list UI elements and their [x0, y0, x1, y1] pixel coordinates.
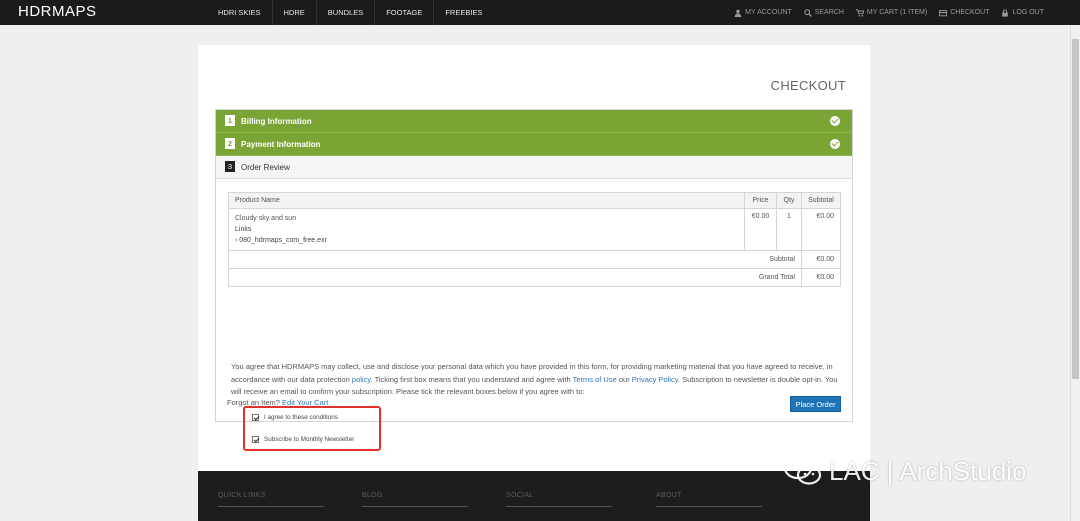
product-name: Cloudy sky and sun	[235, 215, 297, 222]
consent-text-part: . Ticking first box means that you under…	[370, 374, 573, 384]
subtotal-value: €0.00	[800, 250, 842, 269]
footer-divider	[506, 506, 612, 507]
grand-total-label: Grand Total	[228, 268, 802, 287]
footer-divider	[218, 506, 324, 507]
consent-checkbox-group: I agree to these conditions Subscribe to…	[243, 406, 381, 451]
agree-conditions-label: I agree to these conditions	[264, 414, 338, 421]
product-file-link[interactable]: › 080_hdrmaps_com_free.exr	[235, 235, 738, 246]
page-scrollbar[interactable]	[1070, 25, 1080, 521]
agree-conditions-row[interactable]: I agree to these conditions	[252, 414, 338, 421]
step-label: Order Review	[241, 163, 290, 172]
consent-text-part: our	[616, 374, 632, 384]
step-number: 1	[225, 115, 235, 126]
nav-my-account-label: MY ACCOUNT	[745, 9, 792, 16]
column-header-price: Price	[744, 192, 777, 209]
subtotal-label: Subtotal	[228, 250, 802, 269]
column-header-qty: Qty	[775, 192, 802, 209]
step-number: 3	[225, 161, 235, 172]
product-cell: Cloudy sky and sun Links › 080_hdrmaps_c…	[228, 208, 745, 251]
forgot-item-text: Forgot an Item? Edit Your Cart	[227, 398, 328, 407]
footer-heading: BLOG	[362, 492, 383, 499]
table-row: Cloudy sky and sun Links › 080_hdrmaps_c…	[228, 208, 842, 251]
column-header-subtotal: Subtotal	[800, 192, 842, 209]
product-links-label: Links	[235, 226, 252, 233]
grand-total-value: €0.00	[800, 268, 842, 287]
top-navigation-bar: HDRMAPS HDRI SKIES HDRE BUNDLES FOOTAGE …	[0, 0, 1080, 25]
checkout-steps: 1 Billing Information 2 Payment Informat…	[215, 109, 853, 451]
lock-icon	[1002, 8, 1009, 17]
main-nav: HDRI SKIES HDRE BUNDLES FOOTAGE FREEBIES	[207, 0, 493, 25]
forgot-item-label: Forgot an Item?	[227, 398, 283, 407]
watermark: LAC | ArchStudio	[783, 455, 1027, 487]
newsletter-checkbox[interactable]	[252, 436, 259, 443]
step-label: Billing Information	[241, 117, 312, 126]
nav-my-cart[interactable]: MY CART (1 ITEM)	[850, 0, 933, 25]
place-order-button[interactable]: Place Order	[790, 396, 841, 412]
nav-bundles[interactable]: BUNDLES	[315, 0, 374, 25]
product-price: €0.00	[744, 208, 777, 251]
footer-about: ABOUT	[656, 492, 762, 507]
footer-quick-links: QUICK LINKS	[218, 492, 324, 507]
step-payment-information[interactable]: 2 Payment Information	[216, 133, 852, 156]
user-icon	[734, 9, 742, 17]
nav-my-account[interactable]: MY ACCOUNT	[728, 0, 798, 25]
site-footer: QUICK LINKS BLOG SOCIAL ABOUT	[198, 471, 870, 521]
footer-blog: BLOG	[362, 492, 468, 507]
grand-total-row: Grand Total €0.00	[228, 268, 842, 287]
step-order-review: 3 Order Review	[216, 156, 852, 179]
nav-log-out[interactable]: LOG OUT	[995, 0, 1050, 25]
check-circle-icon	[830, 139, 840, 149]
column-header-product: Product Name	[228, 192, 745, 209]
watermark-text: LAC | ArchStudio	[829, 455, 1027, 486]
footer-divider	[362, 506, 468, 507]
account-nav: MY ACCOUNT SEARCH MY CART (1 ITEM) CHECK…	[728, 0, 1050, 25]
cart-icon	[855, 8, 864, 17]
site-logo[interactable]: HDRMAPS	[18, 3, 97, 20]
nav-hdri-skies[interactable]: HDRI SKIES	[207, 0, 272, 25]
data-consent-text: You agree that HDRMAPS may collect, use …	[231, 361, 841, 399]
policy-link[interactable]: policy	[352, 375, 371, 384]
terms-of-use-link[interactable]: Terms of Use	[573, 375, 617, 384]
newsletter-label: Subscribe to Monthly Newsletter	[264, 436, 355, 443]
footer-heading: SOCIAL	[506, 492, 534, 499]
nav-checkout-label: CHECKOUT	[950, 9, 990, 16]
search-icon	[803, 8, 812, 17]
footer-heading: ABOUT	[656, 492, 682, 499]
order-review-table: Product Name Price Qty Subtotal Cloudy s…	[228, 192, 842, 287]
nav-checkout[interactable]: CHECKOUT	[933, 0, 995, 25]
subtotal-row: Subtotal €0.00	[228, 250, 842, 269]
footer-heading: QUICK LINKS	[218, 492, 266, 499]
table-header-row: Product Name Price Qty Subtotal	[228, 192, 842, 209]
nav-search[interactable]: SEARCH	[798, 0, 850, 25]
footer-divider	[656, 506, 762, 507]
footer-social: SOCIAL	[506, 492, 612, 507]
product-qty: 1	[775, 208, 802, 251]
page-title: CHECKOUT	[770, 78, 846, 93]
check-circle-icon	[830, 116, 840, 126]
checkout-panel: CHECKOUT 1 Billing Information 2 Payment…	[198, 45, 870, 471]
edit-cart-link[interactable]: Edit Your Cart	[282, 398, 328, 407]
nav-hdre[interactable]: HDRE	[271, 0, 316, 25]
step-billing-information[interactable]: 1 Billing Information	[216, 110, 852, 133]
newsletter-row[interactable]: Subscribe to Monthly Newsletter	[252, 436, 354, 443]
agree-conditions-checkbox[interactable]	[252, 414, 259, 421]
step-label: Payment Information	[241, 140, 321, 149]
nav-freebies[interactable]: FREEBIES	[433, 0, 493, 25]
nav-search-label: SEARCH	[814, 9, 844, 16]
step-number: 2	[225, 138, 235, 149]
privacy-policy-link[interactable]: Privacy Policy	[632, 375, 678, 384]
nav-footage[interactable]: FOOTAGE	[374, 0, 433, 25]
wechat-icon	[783, 456, 822, 485]
nav-log-out-label: LOG OUT	[1012, 9, 1044, 16]
checkout-icon	[939, 9, 948, 16]
scrollbar-thumb[interactable]	[1072, 39, 1079, 379]
nav-my-cart-label: MY CART (1 ITEM)	[866, 9, 928, 16]
product-subtotal: €0.00	[800, 208, 842, 251]
